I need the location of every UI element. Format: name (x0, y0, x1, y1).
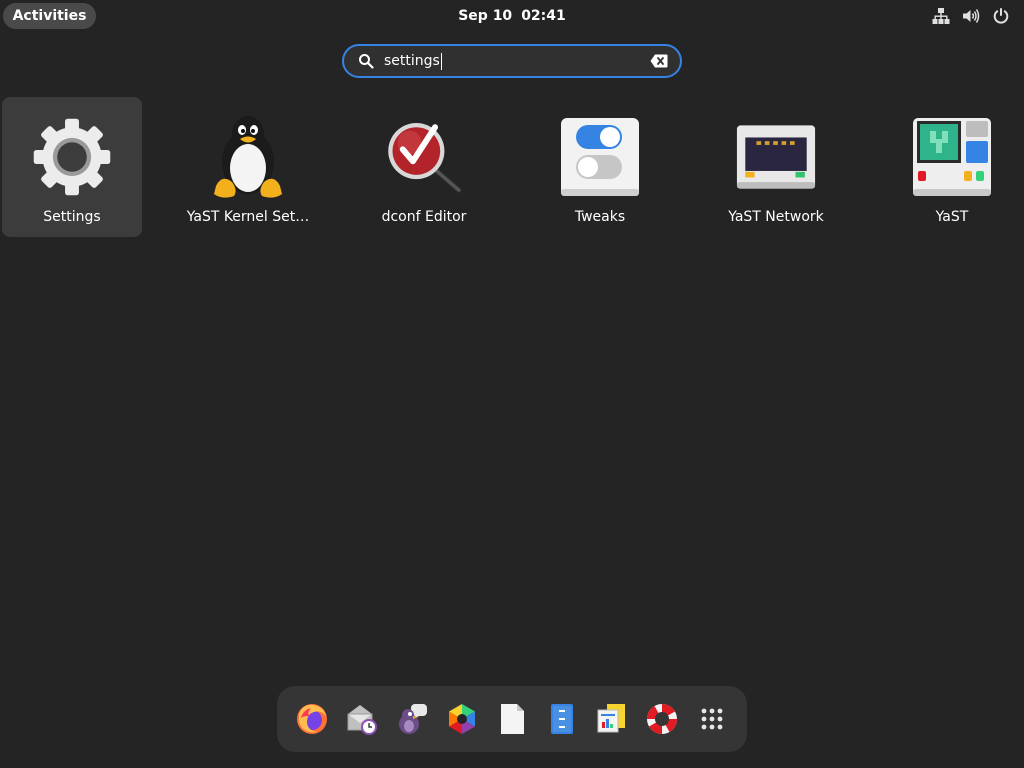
activities-button[interactable]: Activities (3, 3, 96, 29)
dash-item-presentation[interactable] (594, 701, 630, 737)
app-grid-icon (701, 708, 723, 730)
dash-item-file-manager[interactable] (544, 701, 580, 737)
result-label: YaST Kernel Set… (186, 209, 310, 225)
search-query-text: settings (384, 53, 440, 69)
result-label: Tweaks (574, 209, 626, 225)
dash-item-firefox[interactable] (294, 701, 330, 737)
result-dconf-editor[interactable]: dconf Editor (354, 97, 494, 237)
text-caret (440, 52, 442, 70)
dash-item-mail-calendar[interactable] (344, 701, 380, 737)
dash-item-document[interactable] (494, 701, 530, 737)
clock-time[interactable]: 02:41 (521, 8, 566, 24)
color-wheel-icon (449, 704, 475, 734)
result-label: Settings (43, 209, 101, 225)
result-yast[interactable]: YaST (882, 97, 1022, 237)
dconf-magnifier-icon (388, 122, 462, 194)
network-icon[interactable] (932, 7, 950, 25)
power-icon[interactable] (992, 7, 1010, 25)
top-bar: Activities Sep 10 02:41 (0, 0, 1024, 32)
tweaks-toggles-icon (561, 118, 639, 196)
firefox-icon (297, 704, 327, 734)
dash-item-show-apps[interactable] (694, 701, 730, 737)
settings-gear-icon (33, 118, 111, 196)
clock-date[interactable]: Sep 10 (458, 8, 512, 24)
presentation-icon (597, 704, 625, 733)
result-settings[interactable]: Settings (2, 97, 142, 237)
clear-search-icon[interactable] (650, 54, 668, 68)
result-label: YaST (935, 209, 969, 225)
dash-item-pidgin[interactable] (394, 701, 430, 737)
volume-icon[interactable] (962, 7, 980, 25)
dash (277, 686, 747, 752)
dash-item-help[interactable] (644, 701, 680, 737)
result-label: YaST Network (728, 209, 824, 225)
search-icon (359, 54, 374, 69)
result-yast-network[interactable]: YaST Network (706, 97, 846, 237)
pidgin-chat-icon (399, 704, 427, 734)
result-yast-kernel-settings[interactable]: YaST Kernel Set… (178, 97, 318, 237)
search-entry[interactable]: settings (342, 44, 682, 78)
tux-penguin-icon (214, 116, 282, 198)
mail-clock-icon (347, 705, 377, 735)
network-card-icon (736, 125, 816, 189)
clock: Sep 10 02:41 (0, 0, 1024, 32)
search-input[interactable]: settings (384, 46, 442, 76)
yast-computer-icon (913, 118, 991, 196)
document-icon (501, 704, 524, 734)
dash-item-color-app[interactable] (444, 701, 480, 737)
help-lifebuoy-icon (647, 704, 677, 734)
file-cabinet-icon (551, 704, 573, 734)
result-label: dconf Editor (381, 209, 467, 225)
system-status-area[interactable] (932, 6, 1010, 26)
result-tweaks[interactable]: Tweaks (530, 97, 670, 237)
